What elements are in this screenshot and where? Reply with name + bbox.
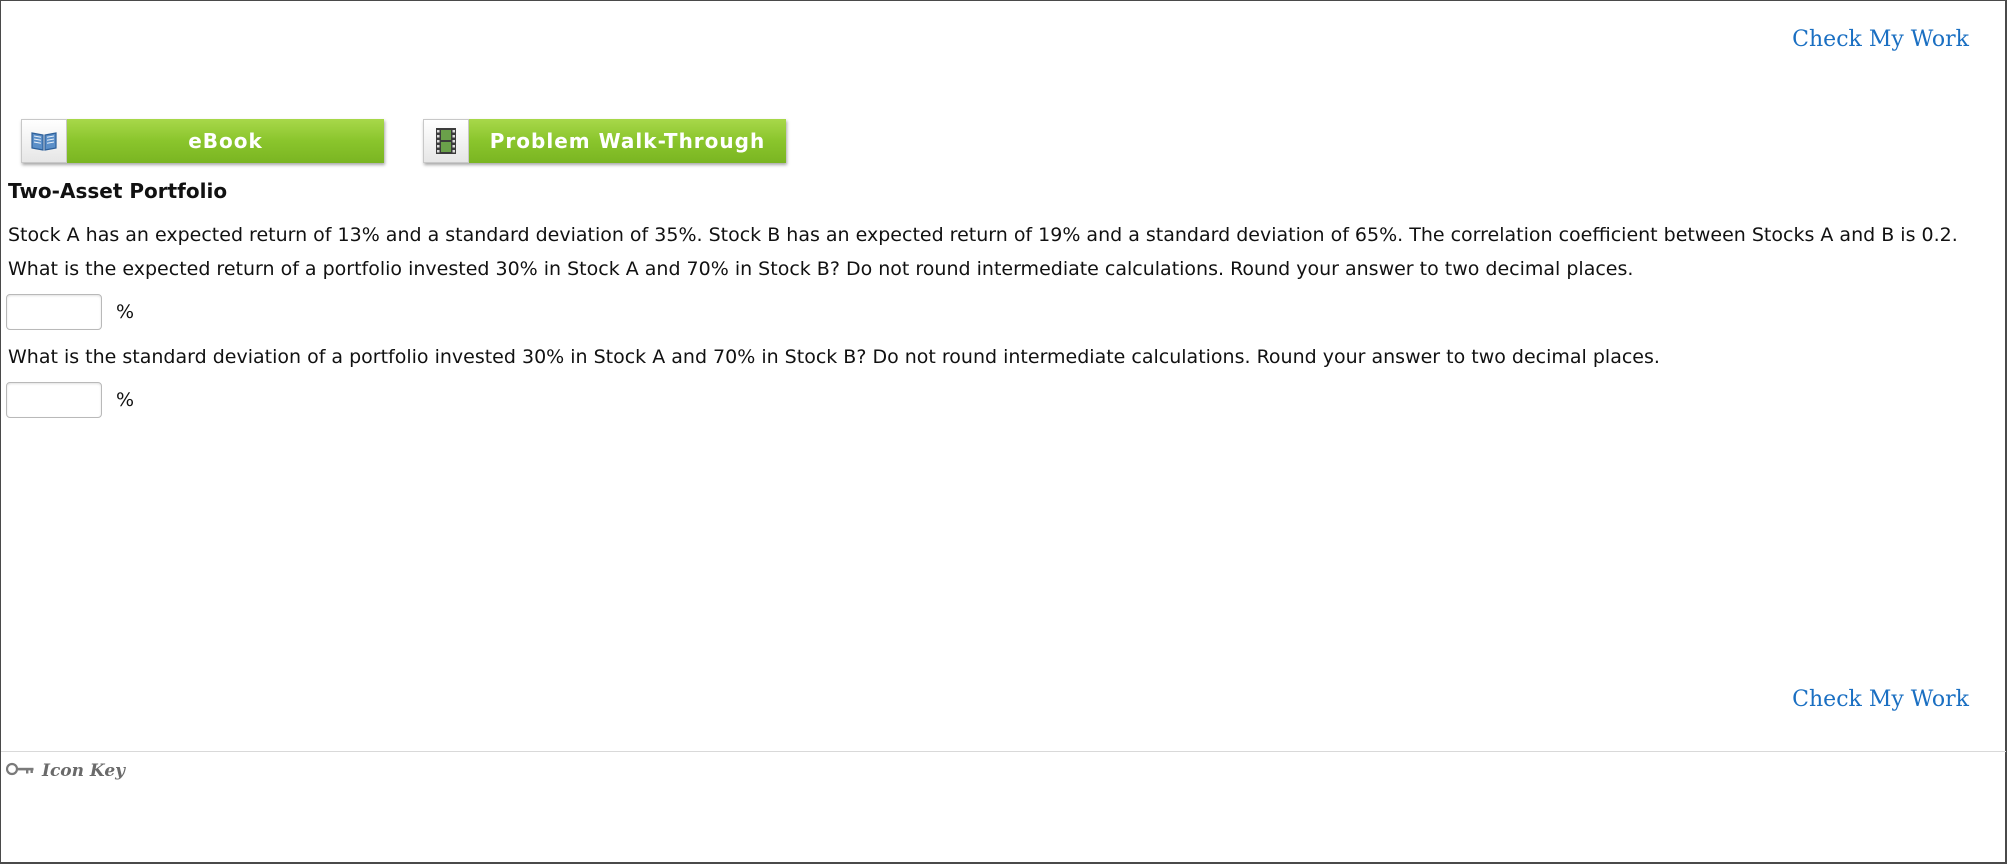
expected-return-input[interactable] <box>6 294 102 330</box>
question-standard-deviation: What is the standard deviation of a port… <box>8 346 1660 368</box>
problem-walkthrough-button-label: Problem Walk-Through <box>469 119 786 163</box>
question-expected-return: What is the expected return of a portfol… <box>8 258 1634 280</box>
footer-divider <box>1 751 2006 752</box>
film-strip-icon <box>423 119 469 163</box>
page-frame: Check My Work eBook Problem Walk-Through… <box>0 0 2007 864</box>
answer-row-standard-deviation: % <box>6 382 134 418</box>
ebook-button[interactable]: eBook <box>21 119 384 163</box>
standard-deviation-input[interactable] <box>6 382 102 418</box>
problem-statement: Stock A has an expected return of 13% an… <box>8 224 1958 246</box>
icon-key-link[interactable]: Icon Key <box>5 761 126 781</box>
percent-unit-label: % <box>116 301 135 323</box>
problem-walkthrough-button[interactable]: Problem Walk-Through <box>423 119 786 163</box>
percent-unit-label: % <box>116 389 135 411</box>
answer-row-expected-return: % <box>6 294 134 330</box>
open-book-icon <box>21 119 67 163</box>
check-my-work-link-top[interactable]: Check My Work <box>1792 27 1969 52</box>
ebook-button-label: eBook <box>67 119 384 163</box>
check-my-work-link-bottom[interactable]: Check My Work <box>1792 687 1969 712</box>
problem-title: Two-Asset Portfolio <box>8 179 228 203</box>
icon-key-label: Icon Key <box>42 761 126 781</box>
key-icon <box>5 761 36 781</box>
